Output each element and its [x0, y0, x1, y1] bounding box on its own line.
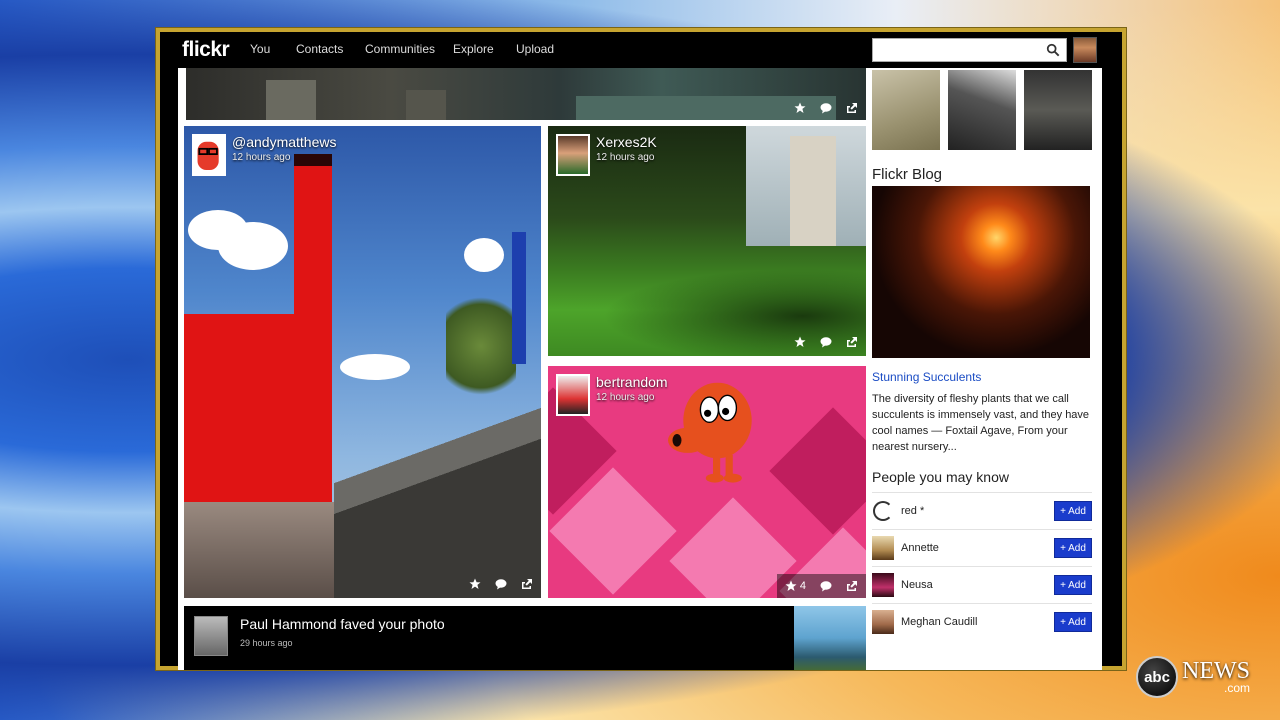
share-icon[interactable] — [846, 336, 858, 348]
photo-actions — [794, 336, 858, 348]
nav-upload[interactable]: Upload — [516, 42, 566, 56]
photo-thumbnail[interactable] — [1024, 70, 1092, 150]
news-wordmark: NEWS — [1182, 658, 1250, 684]
photo-card[interactable]: @andymatthews 12 hours ago — [184, 126, 541, 598]
main-nav: You Contacts Communities Explore Upload — [250, 42, 566, 56]
browser-frame: flickr You Contacts Communities Explore … — [156, 28, 1126, 670]
flickr-logo[interactable]: flickr — [182, 38, 230, 62]
avatar[interactable] — [192, 134, 226, 176]
comment-icon[interactable] — [495, 578, 507, 590]
person-row: Annette + Add — [872, 529, 1092, 566]
cartoon-character-image — [668, 382, 752, 483]
username[interactable]: bertrandom — [596, 374, 668, 390]
person-name[interactable]: Annette — [901, 542, 1054, 554]
nav-communities[interactable]: Communities — [365, 42, 453, 56]
photo-thumbnails — [872, 70, 1092, 150]
add-contact-button[interactable]: + Add — [1054, 575, 1092, 595]
add-contact-button[interactable]: + Add — [1054, 501, 1092, 521]
timestamp: 12 hours ago — [596, 392, 655, 403]
person-name[interactable]: Neusa — [901, 579, 1054, 591]
photo-thumbnail[interactable] — [948, 70, 1016, 150]
avatar[interactable] — [556, 374, 590, 416]
blog-post-description: The diversity of fleshy plants that we c… — [872, 393, 1090, 453]
abc-news-logo: abc NEWS .com — [1136, 656, 1250, 698]
comment-icon[interactable] — [820, 580, 832, 592]
star-icon[interactable] — [794, 102, 806, 114]
star-icon[interactable] — [785, 580, 797, 592]
avatar[interactable] — [194, 616, 228, 656]
star-icon[interactable] — [469, 578, 481, 590]
share-icon[interactable] — [521, 578, 533, 590]
activity-message: Paul Hammond faved your photo — [240, 616, 445, 632]
blog-post-link[interactable]: Stunning Succulents — [872, 370, 981, 384]
share-icon[interactable] — [846, 580, 858, 592]
add-contact-button[interactable]: + Add — [1054, 538, 1092, 558]
timestamp: 12 hours ago — [596, 152, 655, 163]
photo-card[interactable]: Xerxes2K 12 hours ago — [548, 126, 866, 356]
timestamp: 29 hours ago — [240, 638, 293, 648]
nav-contacts[interactable]: Contacts — [296, 42, 365, 56]
fave-count: 4 — [799, 580, 806, 592]
people-list: red * + Add Annette + Add Neusa + Add Me… — [872, 492, 1092, 640]
blog-section-title: Flickr Blog — [872, 166, 943, 183]
username[interactable]: Xerxes2K — [596, 134, 657, 150]
person-row: red * + Add — [872, 492, 1092, 529]
abc-logo-circle: abc — [1136, 656, 1178, 698]
avatar[interactable] — [872, 536, 894, 560]
star-icon[interactable] — [794, 336, 806, 348]
photo-strip-top[interactable] — [186, 68, 866, 120]
photo-card[interactable]: bertrandom 12 hours ago 4 — [548, 366, 866, 598]
person-row: Meghan Caudill + Add — [872, 603, 1092, 640]
avatar[interactable] — [872, 610, 894, 634]
comment-icon[interactable] — [820, 336, 832, 348]
photo-thumbnail[interactable] — [872, 70, 940, 150]
comment-icon[interactable] — [820, 102, 832, 114]
person-name[interactable]: red * — [901, 505, 1054, 517]
photo-actions: 4 — [776, 574, 866, 598]
person-row: Neusa + Add — [872, 566, 1092, 603]
activity-feed: @andymatthews 12 hours ago Xerxes2K 12 h… — [178, 68, 866, 670]
share-icon[interactable] — [846, 102, 858, 114]
activity-item[interactable]: Paul Hammond faved your photo 29 hours a… — [184, 606, 866, 670]
search-icon[interactable] — [1046, 43, 1060, 57]
blog-post-image[interactable] — [872, 186, 1090, 358]
right-sidebar: Flickr Blog Stunning Succulents The dive… — [866, 68, 1102, 670]
people-section-title: People you may know — [872, 469, 1009, 485]
user-avatar[interactable] — [1073, 37, 1097, 63]
nav-you[interactable]: You — [250, 42, 296, 56]
photo-thumbnail[interactable] — [794, 606, 866, 670]
add-contact-button[interactable]: + Add — [1054, 612, 1092, 632]
avatar[interactable] — [556, 134, 590, 176]
search-input[interactable] — [873, 39, 1043, 61]
timestamp: 12 hours ago — [232, 152, 291, 163]
avatar[interactable] — [873, 501, 893, 521]
nav-explore[interactable]: Explore — [453, 42, 516, 56]
username[interactable]: @andymatthews — [232, 134, 336, 150]
top-nav-bar: flickr You Contacts Communities Explore … — [160, 32, 1122, 68]
photo-actions — [794, 102, 858, 114]
person-name[interactable]: Meghan Caudill — [901, 616, 1054, 628]
photo-actions — [469, 578, 533, 590]
search-box — [872, 38, 1067, 62]
avatar[interactable] — [872, 573, 894, 597]
